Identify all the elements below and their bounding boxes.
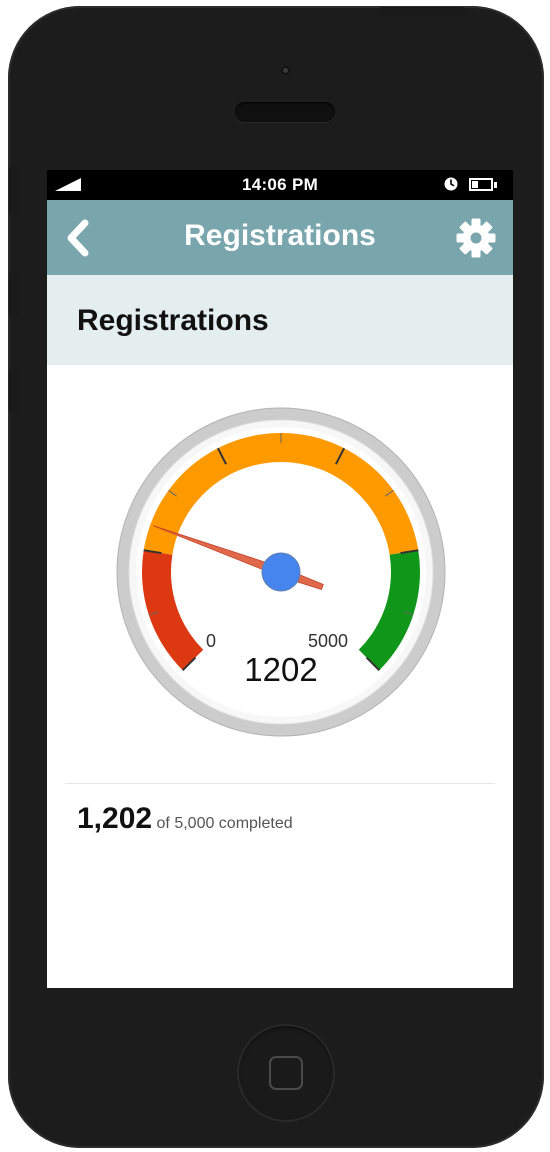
battery-level — [472, 181, 479, 188]
alarm-icon — [444, 177, 458, 191]
home-button[interactable] — [237, 1024, 335, 1122]
mute-switch — [9, 166, 18, 216]
status-bar: 14:06 PM — [47, 170, 513, 200]
nav-title: Registrations — [184, 219, 376, 252]
gauge-min-label: 0 — [206, 631, 216, 651]
registrations-gauge: 0 5000 1202 — [116, 407, 446, 737]
power-button — [378, 7, 466, 15]
volume-down-button — [9, 368, 18, 414]
settings-button[interactable] — [455, 217, 497, 259]
gauge-value-label: 1202 — [244, 651, 317, 688]
chevron-left-icon — [67, 219, 89, 257]
summary-value: 1,202 — [77, 802, 153, 835]
summary-text: of 5,000 completed — [156, 815, 293, 832]
navigation-bar: Registrations — [47, 200, 513, 275]
front-camera — [281, 66, 290, 75]
back-button[interactable] — [61, 218, 95, 258]
section-header: Registrations — [47, 275, 513, 365]
divider — [65, 783, 495, 784]
gear-icon — [456, 218, 496, 258]
earpiece-speaker — [235, 102, 335, 122]
section-title: Registrations — [77, 304, 269, 337]
volume-up-button — [9, 271, 18, 317]
gauge-needle-hub — [261, 552, 301, 592]
app-screen: 14:06 PM Registrations Registrations 0 5… — [47, 170, 513, 988]
home-square-icon — [269, 1056, 303, 1090]
battery-tip — [494, 182, 497, 188]
battery-icon — [469, 178, 493, 191]
completion-summary: 1,202 of 5,000 completed — [77, 802, 293, 836]
gauge-max-label: 5000 — [308, 631, 348, 651]
